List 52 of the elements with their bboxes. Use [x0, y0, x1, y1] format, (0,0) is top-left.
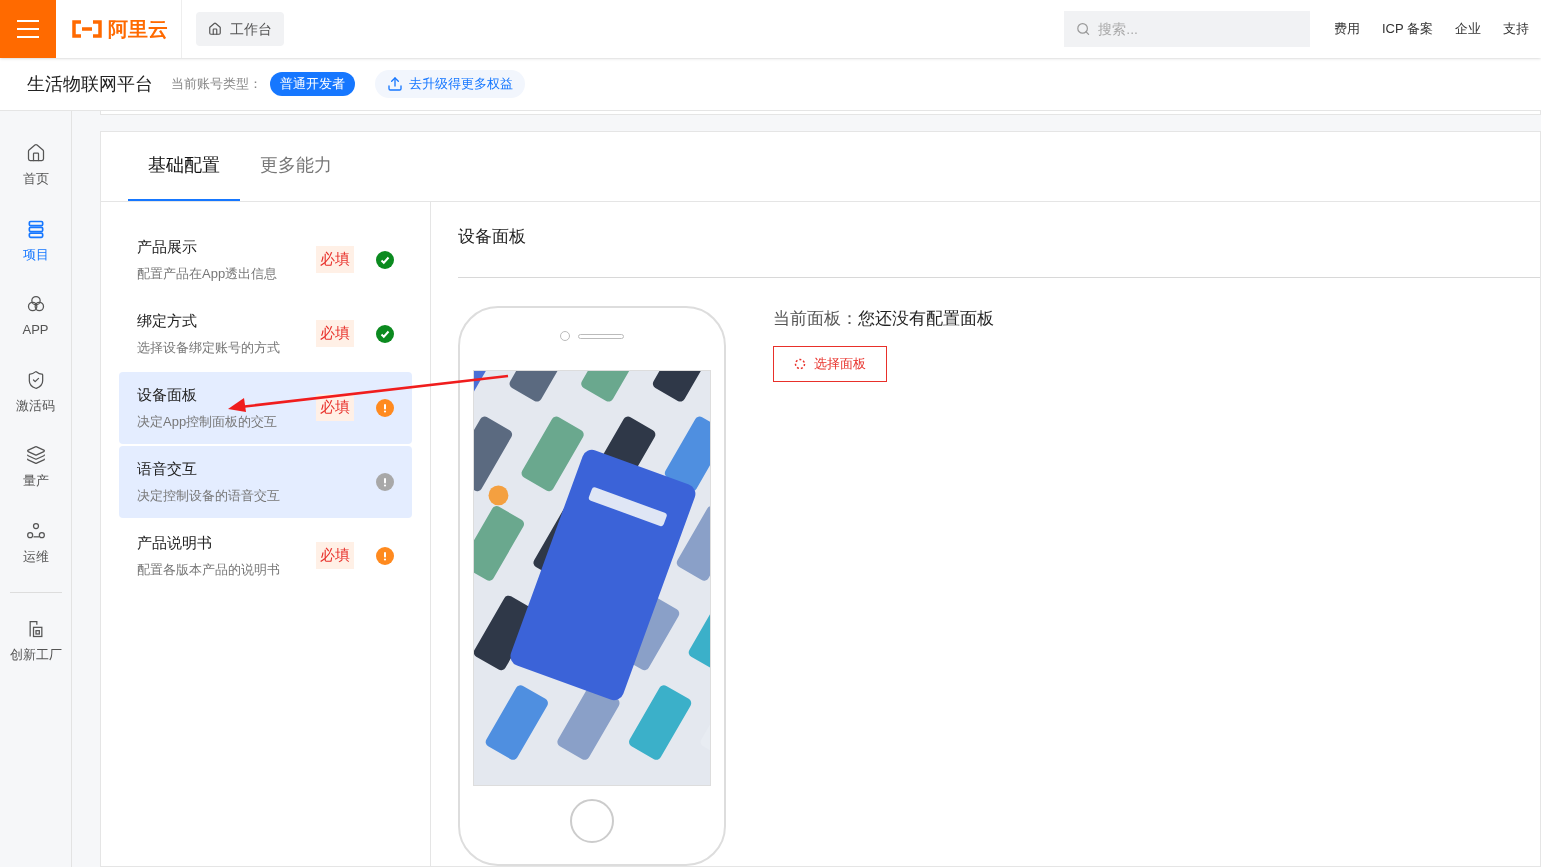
- spinner-icon: [794, 357, 806, 370]
- panel-title: 设备面板: [458, 223, 1540, 278]
- sidebar-item[interactable]: 激活码: [0, 361, 71, 423]
- item-description: 决定App控制面板的交互: [137, 413, 279, 431]
- logo-text: 阿里云: [107, 17, 168, 42]
- nav-link[interactable]: ICP 备案: [1381, 19, 1433, 39]
- item-title: 绑定方式: [137, 310, 198, 331]
- required-tag: 必填: [316, 320, 354, 347]
- menu-icon: [16, 19, 40, 39]
- sidebar-item[interactable]: 量产: [0, 437, 71, 499]
- item-title: 设备面板: [137, 384, 198, 405]
- sidebar-item[interactable]: 项目: [0, 210, 71, 272]
- sidebar-item[interactable]: APP: [0, 286, 71, 348]
- required-tag: 必填: [316, 394, 354, 421]
- item-title: 产品展示: [137, 236, 198, 257]
- item-description: 配置产品在App透出信息: [137, 265, 279, 283]
- search-icon: [1075, 21, 1091, 37]
- required-tag: 必填: [316, 542, 354, 569]
- current-panel-text: 当前面板：您还没有配置面板: [773, 308, 994, 330]
- select-panel-button[interactable]: 选择面板: [773, 345, 887, 382]
- platform-title: 生活物联网平台: [27, 72, 153, 96]
- logo-icon: [69, 19, 104, 39]
- item-title: 语音交互: [137, 458, 198, 479]
- required-tag: 必填: [316, 246, 354, 273]
- sidebar-item[interactable]: 创新工厂: [0, 611, 71, 673]
- nav-link[interactable]: 费用: [1333, 19, 1360, 39]
- tab[interactable]: 基础配置: [128, 131, 240, 201]
- config-item[interactable]: 设备面板 决定App控制面板的交互 必填: [119, 371, 412, 444]
- tab[interactable]: 更多能力: [240, 131, 352, 201]
- item-title: 产品说明书: [137, 532, 213, 553]
- upload-icon: [387, 76, 403, 92]
- account-badge: 普通开发者: [270, 72, 355, 96]
- sidebar-item[interactable]: 首页: [0, 135, 71, 197]
- upgrade-link[interactable]: 去升级得更多权益: [375, 70, 525, 98]
- speaker-icon: [578, 333, 624, 339]
- layers-icon: [25, 445, 46, 465]
- sidebar-item[interactable]: 运维: [0, 512, 71, 574]
- config-item[interactable]: 语音交互 决定控制设备的语音交互: [119, 445, 412, 518]
- home-icon: [208, 22, 222, 36]
- workbench-button[interactable]: 工作台: [196, 12, 284, 46]
- menu-button[interactable]: [0, 0, 56, 58]
- search-field[interactable]: 搜索...: [1098, 18, 1298, 40]
- item-description: 决定控制设备的语音交互: [137, 487, 281, 505]
- circles-icon: [25, 294, 46, 314]
- home-icon: [25, 143, 46, 163]
- item-description: 配置各版本产品的说明书: [137, 561, 281, 579]
- nav-link[interactable]: 支持: [1503, 19, 1529, 39]
- nodes-icon: [25, 520, 46, 541]
- search-bar[interactable]: 搜索...: [1063, 11, 1310, 47]
- nav-link[interactable]: 企业: [1455, 19, 1481, 39]
- item-description: 选择设备绑定账号的方式: [137, 339, 281, 357]
- account-label: 当前账号类型：: [171, 75, 262, 94]
